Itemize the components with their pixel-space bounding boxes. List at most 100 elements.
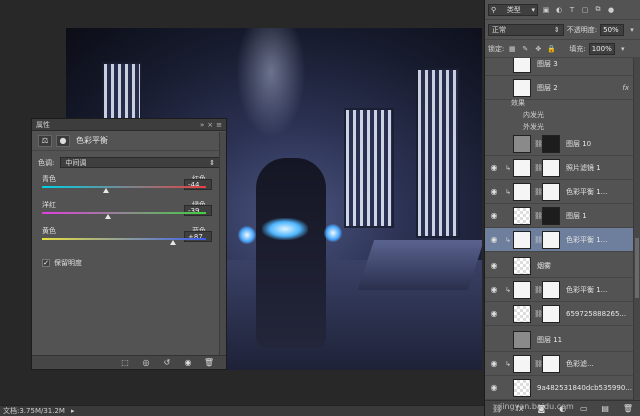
layer-thumbnail[interactable] <box>513 206 531 225</box>
visibility-eye-icon[interactable]: ◉ <box>181 358 195 368</box>
slider-thumb[interactable] <box>104 214 111 219</box>
layer-mask-thumbnail[interactable] <box>542 158 560 177</box>
effects-label[interactable]: 效果 <box>511 98 525 108</box>
layer-row[interactable]: ⛓ 图层 10 <box>485 132 633 156</box>
adjustment-thumbnail[interactable] <box>513 158 531 177</box>
layer-mask-thumbnail[interactable] <box>542 280 560 299</box>
lock-all-icon[interactable]: 🔒 <box>546 44 556 54</box>
mask-link-icon[interactable]: ⛓ <box>534 236 543 244</box>
chevron-down-icon[interactable]: ▾ <box>618 44 628 54</box>
mask-icon[interactable]: ● <box>56 134 70 147</box>
layer-name[interactable]: 图层 1 <box>566 211 587 221</box>
layer-row[interactable]: ◉ ⛓ 659725888265... <box>485 302 633 326</box>
new-layer-icon[interactable]: ▤ <box>601 404 609 413</box>
visibility-eye-icon[interactable]: ◉ <box>485 285 503 294</box>
delete-trash-icon[interactable]: 🗑 <box>202 358 216 368</box>
layer-mask-thumbnail[interactable] <box>542 230 560 249</box>
panel-menu-icon[interactable]: ≡ <box>216 121 222 129</box>
layer-thumbnail[interactable] <box>513 58 531 73</box>
layer-kind-select[interactable]: ⚲ 类型 ▾ <box>488 3 538 16</box>
layer-row[interactable]: ◉ 烟雾 <box>485 254 633 278</box>
visibility-eye-icon[interactable]: ◉ <box>485 163 503 172</box>
layer-name[interactable]: 烟雾 <box>537 261 551 271</box>
mask-link-icon[interactable]: ⛓ <box>534 286 543 294</box>
layer-name[interactable]: 图层 10 <box>566 139 591 149</box>
slider-track[interactable] <box>42 238 206 240</box>
visibility-eye-icon[interactable]: ◉ <box>485 187 503 196</box>
layer-row[interactable]: ◉ ⛓ 图层 1 <box>485 204 633 228</box>
slider-value-input[interactable]: -39 <box>184 205 212 216</box>
inner-glow-effect[interactable]: 内发光 <box>523 110 544 120</box>
mask-link-icon[interactable]: ⛓ <box>534 188 543 196</box>
view-previous-icon[interactable]: ◎ <box>139 358 153 368</box>
visibility-eye-icon[interactable]: ◉ <box>485 383 503 392</box>
lock-transparent-icon[interactable]: ▦ <box>507 44 517 54</box>
adjustment-filter-icon[interactable]: ◐ <box>554 5 564 15</box>
layer-name[interactable]: 图层 2 <box>537 83 558 93</box>
layers-scrollbar[interactable] <box>633 58 640 400</box>
properties-scrollbar[interactable] <box>219 132 226 355</box>
layer-thumbnail[interactable] <box>513 304 531 323</box>
reset-icon[interactable]: ↺ <box>160 358 174 368</box>
collapse-icon[interactable]: » <box>200 121 204 129</box>
mask-link-icon[interactable]: ⛓ <box>534 164 543 172</box>
visibility-eye-icon[interactable]: ◉ <box>485 235 503 244</box>
layer-row[interactable]: ◉ ↳ ⛓ 色彩平衡 1... <box>485 228 633 252</box>
layer-mask-thumbnail[interactable] <box>542 304 560 323</box>
layer-row[interactable]: ◉ ↳ ⛓ 色彩滤... <box>485 352 633 376</box>
layer-row[interactable]: 图层 3 <box>485 58 633 76</box>
layer-row[interactable]: ◉ ↳ ⛓ 照片滤镜 1 <box>485 156 633 180</box>
adjustment-thumbnail[interactable] <box>513 354 531 373</box>
layer-name[interactable]: 色彩滤... <box>566 359 594 369</box>
visibility-eye-icon[interactable]: ◉ <box>485 211 503 220</box>
visibility-eye-icon[interactable]: ◉ <box>485 309 503 318</box>
preserve-luminosity-checkbox[interactable]: ✓ <box>42 259 50 267</box>
layer-name[interactable]: 9a482531840dcb535990... <box>537 384 632 392</box>
adjustment-thumbnail[interactable] <box>513 182 531 201</box>
layer-name[interactable]: 照片滤镜 1 <box>566 163 601 173</box>
adjustment-thumbnail[interactable] <box>513 230 531 249</box>
visibility-eye-icon[interactable]: ◉ <box>485 261 503 270</box>
layer-name[interactable]: 色彩平衡 1... <box>566 187 607 197</box>
layer-thumbnail[interactable] <box>513 378 531 397</box>
slider-track[interactable] <box>42 186 206 188</box>
layer-row[interactable]: ◉ ↳ ⛓ 色彩平衡 1... <box>485 180 633 204</box>
layer-mask-thumbnail[interactable] <box>542 182 560 201</box>
layer-mask-thumbnail[interactable] <box>542 354 560 373</box>
adjustment-thumbnail[interactable] <box>513 280 531 299</box>
status-arrow-icon[interactable]: ▸ <box>71 407 75 415</box>
layer-mask-thumbnail[interactable] <box>542 134 560 153</box>
layer-thumbnail[interactable] <box>513 78 531 97</box>
mask-link-icon[interactable]: ⛓ <box>534 360 543 368</box>
layer-thumbnail[interactable] <box>513 330 531 349</box>
properties-titlebar[interactable]: 属性 » × ≡ <box>32 119 226 131</box>
layer-thumbnail[interactable] <box>513 134 531 153</box>
layer-row[interactable]: 图层 11 <box>485 328 633 352</box>
layer-row[interactable]: ◉ 9a482531840dcb535990... <box>485 376 633 400</box>
layer-name[interactable]: 659725888265... <box>566 310 626 318</box>
slider-value-input[interactable]: +87 <box>184 231 212 242</box>
tone-select[interactable]: 中间调 ⇕ <box>60 157 220 168</box>
slider-thumb[interactable] <box>102 188 109 193</box>
layers-scroll-thumb[interactable] <box>635 238 639 298</box>
chevron-down-icon[interactable]: ▾ <box>627 25 637 35</box>
lock-move-icon[interactable]: ✥ <box>533 44 543 54</box>
mask-link-icon[interactable]: ⛓ <box>534 310 543 318</box>
new-group-icon[interactable]: ▭ <box>580 404 588 413</box>
lock-paint-icon[interactable]: ✎ <box>520 44 530 54</box>
slider-value-input[interactable]: -44 <box>184 179 212 190</box>
layer-name[interactable]: 图层 11 <box>537 335 562 345</box>
opacity-input[interactable]: 50% <box>600 23 625 36</box>
mask-link-icon[interactable]: ⛓ <box>534 212 543 220</box>
layer-name[interactable]: 图层 3 <box>537 59 558 69</box>
delete-layer-icon[interactable]: 🗑 <box>623 404 633 413</box>
visibility-eye-icon[interactable]: ◉ <box>485 359 503 368</box>
close-icon[interactable]: × <box>207 121 213 129</box>
slider-thumb[interactable] <box>170 240 177 245</box>
layer-row[interactable]: ◉ ↳ ⛓ 色彩平衡 1... <box>485 278 633 302</box>
layer-thumbnail[interactable] <box>513 256 531 275</box>
fill-input[interactable]: 100% <box>588 42 615 55</box>
clip-to-layer-icon[interactable]: ⬚ <box>118 358 132 368</box>
outer-glow-effect[interactable]: 外发光 <box>523 122 544 132</box>
layer-name[interactable]: 色彩平衡 1... <box>566 235 607 245</box>
